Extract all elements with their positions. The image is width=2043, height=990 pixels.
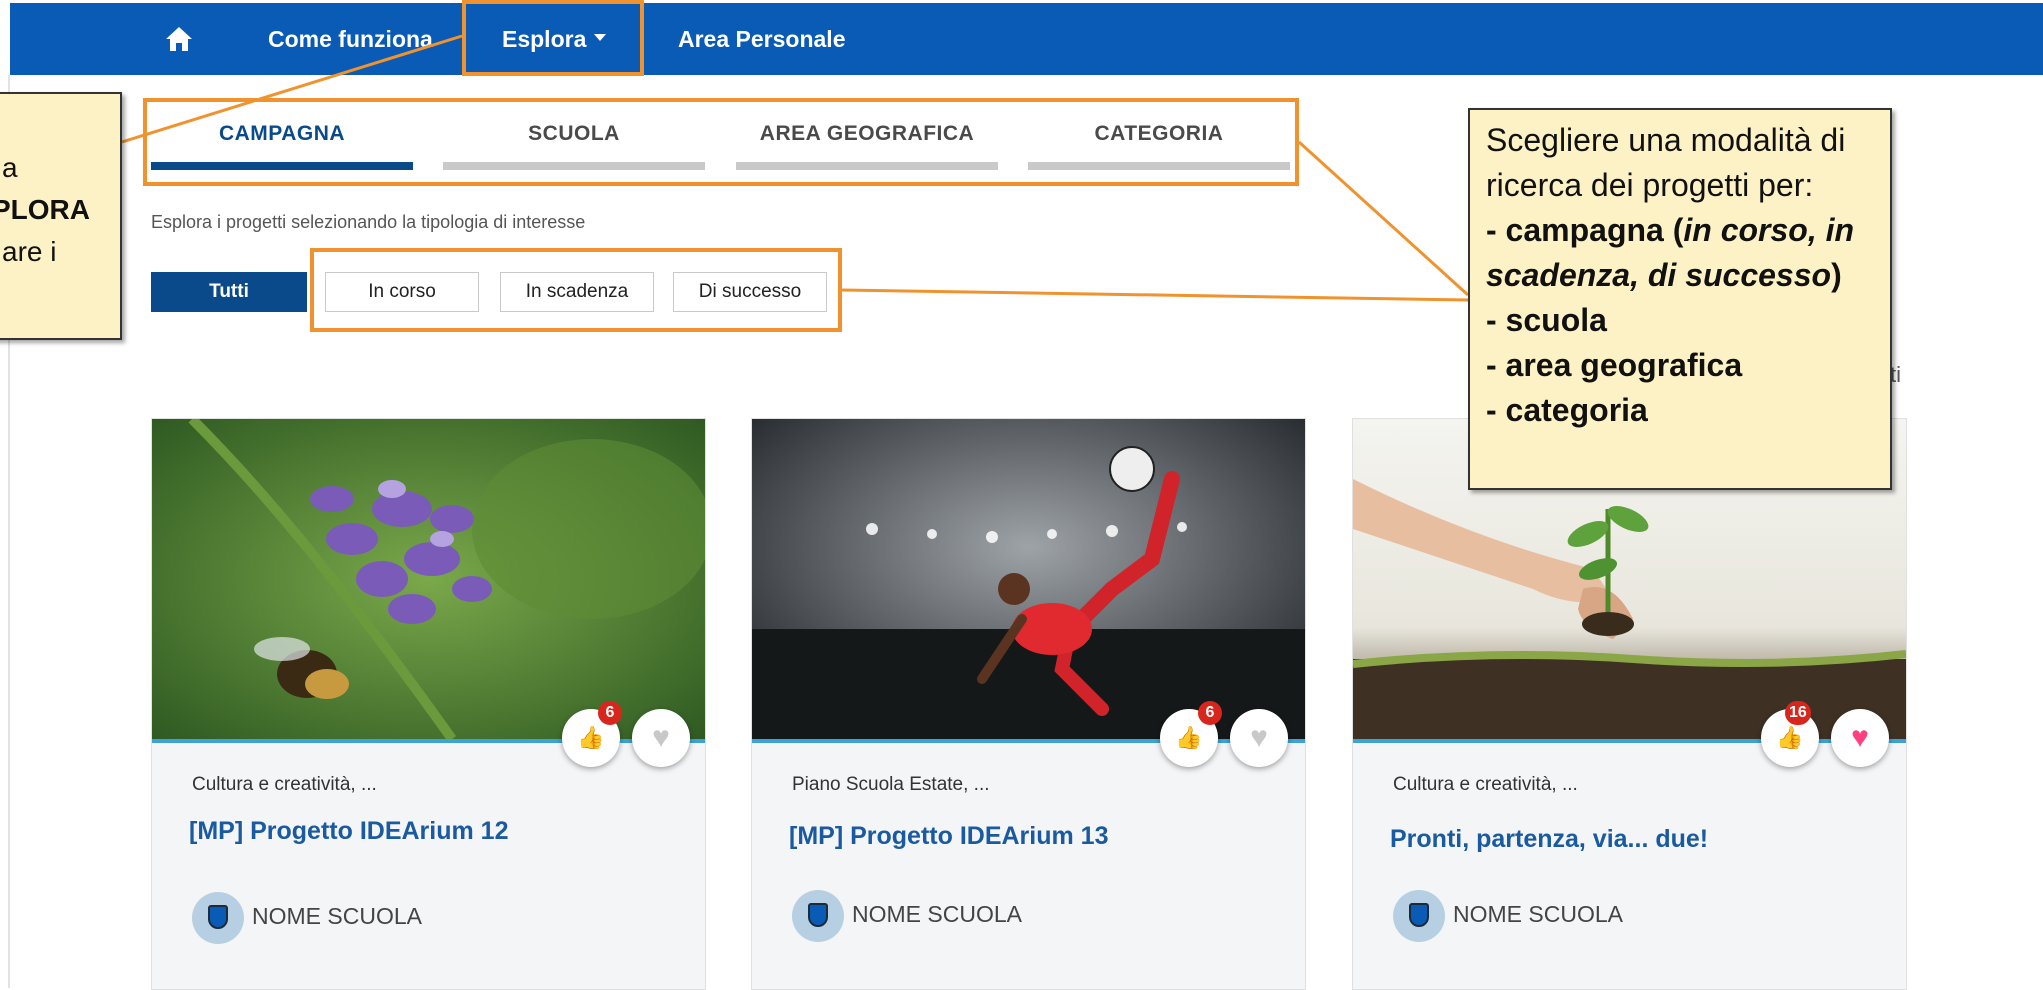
annotation-item-area-geografica: - area geografica <box>1486 347 1743 383</box>
annotation-item1-prefix: - campagna ( <box>1486 212 1684 248</box>
annotation-left-line1: a <box>2 152 18 183</box>
annotation-left-line3: are i <box>2 236 57 267</box>
annotation-item-campagna: - campagna (in corso, in scadenza, di su… <box>1486 208 1874 298</box>
annotation-item-scuola: - scuola <box>1486 302 1607 338</box>
annotation-item1-suffix: ) <box>1831 257 1842 293</box>
annotation-callout-right: Scegliere una modalità di ricerca dei pr… <box>1468 108 1892 490</box>
annotation-intro: Scegliere una modalità di ricerca dei pr… <box>1486 122 1846 203</box>
annotation-item-categoria: - categoria <box>1486 392 1648 428</box>
annotation-callout-left: a PLORA are i <box>0 92 122 340</box>
annotation-left-line2: PLORA <box>0 194 90 225</box>
